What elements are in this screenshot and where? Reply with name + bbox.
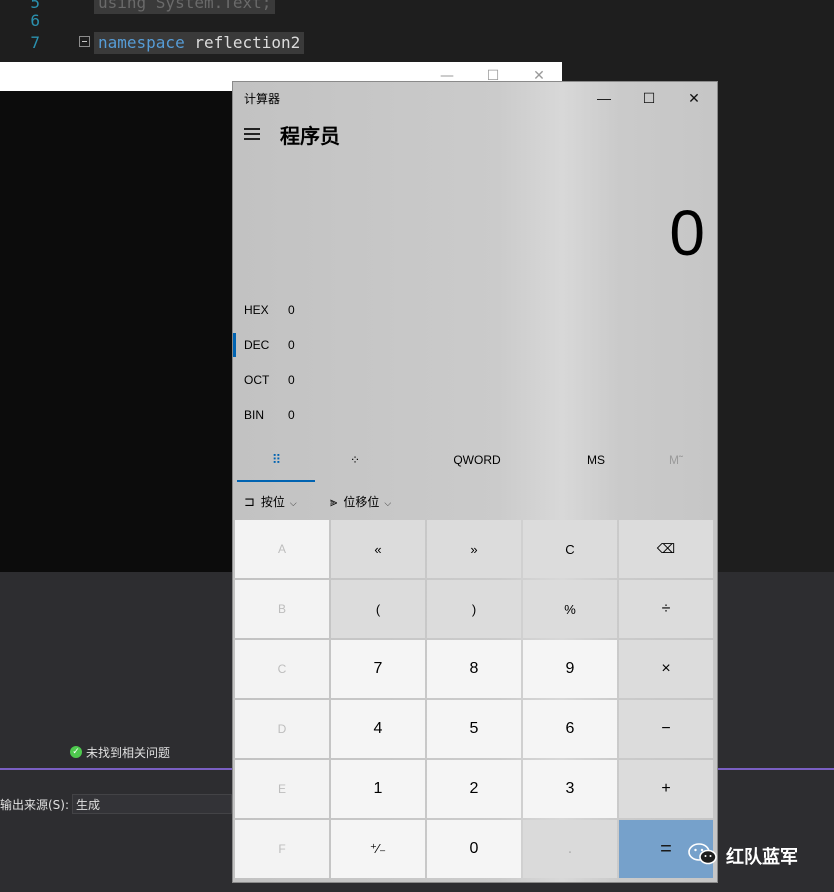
mode-title: 程序员 xyxy=(280,126,340,148)
key-hex-d[interactable]: D xyxy=(235,700,329,758)
output-source-label: 输出来源(S): xyxy=(0,798,70,812)
key-hex-e[interactable]: E xyxy=(235,760,329,818)
maximize-button[interactable]: ☐ xyxy=(626,82,672,114)
backspace-icon[interactable]: ⌫ xyxy=(619,520,713,578)
radix-value: 0 xyxy=(288,338,295,352)
key-right-shift[interactable]: » xyxy=(427,520,521,578)
chevron-down-icon: ⌵ xyxy=(289,498,297,508)
key-hex-c[interactable]: C xyxy=(235,640,329,698)
key-right-paren[interactable]: ) xyxy=(427,580,521,638)
bitwise-label: 按位 xyxy=(260,495,285,509)
code-editor[interactable]: 5 using System.Text; 6 7 namespace refle… xyxy=(0,0,834,62)
memory-store-button[interactable]: MS xyxy=(558,442,634,482)
calculator-titlebar[interactable]: 计算器 — ☐ ✕ xyxy=(233,82,717,114)
keypad: A « » C ⌫ B ( ) % ÷ C 7 8 9 × D 4 5 6 − … xyxy=(235,520,716,880)
key-3[interactable]: 3 xyxy=(523,760,617,818)
radix-value: 0 xyxy=(288,303,295,317)
key-hex-a[interactable]: A xyxy=(235,520,329,578)
window-title: 计算器 xyxy=(244,92,281,106)
key-9[interactable]: 9 xyxy=(523,640,617,698)
radix-bin[interactable]: BIN 0 xyxy=(233,398,433,432)
key-5[interactable]: 5 xyxy=(427,700,521,758)
chevron-down-icon: ⌵ xyxy=(384,498,392,508)
close-button[interactable]: ✕ xyxy=(671,82,717,114)
bitshift-icon: ⫸ xyxy=(330,494,338,509)
radix-label: HEX xyxy=(244,303,269,317)
minus-icon[interactable]: − xyxy=(619,700,713,758)
key-hex-b[interactable]: B xyxy=(235,580,329,638)
radix-label: DEC xyxy=(244,338,270,352)
line-number: 7 xyxy=(30,33,40,52)
key-8[interactable]: 8 xyxy=(427,640,521,698)
menu-icon[interactable] xyxy=(244,128,260,140)
multiply-icon[interactable]: × xyxy=(619,640,713,698)
line-number: 6 xyxy=(30,11,40,30)
key-hex-f[interactable]: F xyxy=(235,820,329,878)
bitshift-dropdown[interactable]: ⫸ 位移位 ⌵ xyxy=(330,491,391,513)
calculator-window[interactable]: 计算器 — ☐ ✕ 程序员 0 HEX 0 DEC 0 OCT 0 BIN 0 … xyxy=(232,81,718,883)
key-left-paren[interactable]: ( xyxy=(331,580,425,638)
result-display: 0 xyxy=(669,197,705,269)
key-clear[interactable]: C xyxy=(523,520,617,578)
negate-button[interactable]: ⁺∕₋ xyxy=(331,820,425,878)
keypad-grid-icon: ⠿ xyxy=(271,452,281,467)
code-line: 7 namespace reflection2 xyxy=(0,32,834,54)
collapse-icon[interactable] xyxy=(79,36,90,47)
memory-list-button[interactable]: M˜ xyxy=(647,442,705,482)
watermark-text: 红队蓝军 xyxy=(726,847,798,868)
tab-full-keypad[interactable]: ⠿ xyxy=(237,442,315,482)
radix-value: 0 xyxy=(288,373,295,387)
logic-gate-icon: ⊐ xyxy=(244,494,255,509)
key-4[interactable]: 4 xyxy=(331,700,425,758)
radix-value: 0 xyxy=(288,408,295,422)
word-size-button[interactable]: QWORD xyxy=(433,442,521,482)
minimize-button[interactable]: — xyxy=(581,82,627,114)
check-circle-icon: ✓ xyxy=(70,746,82,758)
selected-indicator xyxy=(233,333,236,357)
code-line: 6 xyxy=(0,10,834,32)
bitwise-dropdown[interactable]: ⊐ 按位 ⌵ xyxy=(244,491,297,513)
radix-label: BIN xyxy=(244,408,265,422)
radix-oct[interactable]: OCT 0 xyxy=(233,363,433,397)
tab-bit-toggle[interactable]: ⁘ xyxy=(315,442,395,482)
wechat-icon xyxy=(688,843,717,865)
radix-dec[interactable]: DEC 0 xyxy=(233,328,433,362)
radix-label: OCT xyxy=(244,373,270,387)
key-percent[interactable]: % xyxy=(523,580,617,638)
plus-icon[interactable]: + xyxy=(619,760,713,818)
bitshift-label: 位移位 xyxy=(343,495,380,509)
operations-row: ⊐ 按位 ⌵ ⫸ 位移位 ⌵ xyxy=(233,487,717,517)
key-left-shift[interactable]: « xyxy=(331,520,425,578)
key-0[interactable]: 0 xyxy=(427,820,521,878)
key-2[interactable]: 2 xyxy=(427,760,521,818)
key-6[interactable]: 6 xyxy=(523,700,617,758)
issues-status-text[interactable]: 未找到相关问题 xyxy=(86,744,170,761)
code-text: reflection2 xyxy=(184,33,301,52)
code-keyword: namespace xyxy=(98,33,185,52)
output-source-select[interactable]: 生成 xyxy=(72,794,232,814)
key-7[interactable]: 7 xyxy=(331,640,425,698)
keypad-mode-tabs: ⠿ ⁘ QWORD MS M˜ xyxy=(233,442,717,482)
divide-icon[interactable]: ÷ xyxy=(619,580,713,638)
calculator-header: 程序员 xyxy=(233,114,717,154)
decimal-button[interactable]: . xyxy=(523,820,617,878)
radix-hex[interactable]: HEX 0 xyxy=(233,293,433,327)
bit-toggle-icon: ⁘ xyxy=(349,453,361,467)
key-1[interactable]: 1 xyxy=(331,760,425,818)
